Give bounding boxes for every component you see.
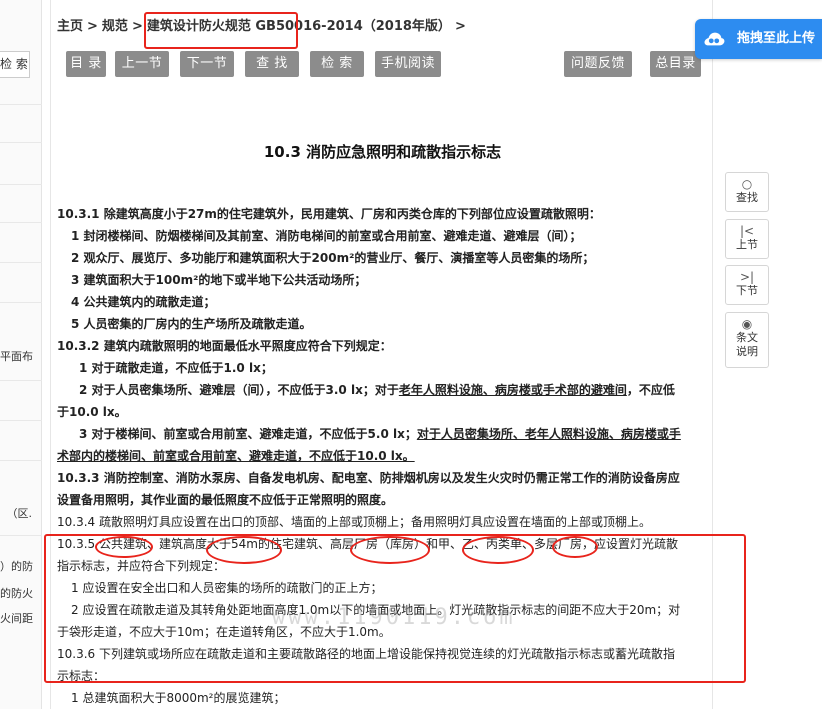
breadcrumb-separator: > bbox=[454, 19, 466, 34]
divider bbox=[0, 262, 42, 263]
document-panel: 主页 > 规范 > 建筑设计防火规范 GB50016-2014（2018年版） > 目 录… bbox=[50, 0, 713, 709]
side-prev-label: 上节 bbox=[736, 238, 758, 251]
all-toc-button[interactable]: 总目录 bbox=[650, 51, 701, 77]
left-sidebar: 检 索 平面布 （区. ）的防 的防火 火间距 bbox=[0, 0, 42, 709]
breadcrumb: 主页 > 规范 > 建筑设计防火规范 GB50016-2014（2018年版） > bbox=[57, 15, 470, 34]
side-explain-label: 说明 bbox=[736, 345, 758, 358]
upload-label: 拖拽至此上传 bbox=[737, 31, 816, 46]
clause-line: 3 建筑面积大于100m²的地下或半地下公共活动场所； bbox=[71, 273, 367, 287]
divider bbox=[0, 460, 42, 461]
breadcrumb-home[interactable]: 主页 bbox=[57, 19, 83, 34]
divider bbox=[0, 104, 42, 105]
clause-line: 设置备用照明，其作业面的最低照度不应低于正常照明的照度。 bbox=[57, 493, 394, 507]
left-nav-text[interactable]: 的防火 bbox=[0, 585, 42, 601]
left-nav-text[interactable]: ）的防 bbox=[0, 558, 42, 574]
skip-forward-icon: >| bbox=[739, 270, 755, 284]
search-icon: ○ bbox=[741, 177, 753, 191]
left-nav-text[interactable]: 火间距 bbox=[0, 610, 42, 626]
eye-icon: ◉ bbox=[741, 317, 753, 331]
mobile-read-button[interactable]: 手机阅读 bbox=[375, 51, 441, 77]
left-search-button[interactable]: 检 索 bbox=[0, 51, 30, 78]
left-nav-text[interactable]: （区. bbox=[0, 505, 42, 521]
clause-text: ，不应低 bbox=[626, 383, 675, 397]
skip-back-icon: |< bbox=[739, 224, 755, 238]
divider bbox=[0, 302, 42, 303]
divider bbox=[0, 142, 42, 143]
clause-text: 2 对于人员密集场所、避难层（间），不应低于3.0 lx；对于 bbox=[79, 383, 399, 397]
clause-line: 3 对于楼梯间、前室或合用前室、避难走道，不应低于5.0 lx；对于人员密集场所… bbox=[79, 425, 681, 443]
breadcrumb-separator: > bbox=[131, 19, 143, 34]
side-find-label: 查找 bbox=[736, 191, 758, 204]
clause-line: 术部内的楼梯间、前室或合用前室、避难走道，不应低于10.0 lx。 bbox=[57, 449, 415, 463]
side-find-button[interactable]: ○ 查找 bbox=[725, 172, 769, 212]
clause-line: 于10.0 lx。 bbox=[57, 405, 127, 419]
upload-button[interactable]: 拖拽至此上传 bbox=[695, 19, 822, 59]
divider bbox=[0, 535, 42, 536]
left-nav-text[interactable]: 平面布 bbox=[0, 348, 42, 364]
clause-line: 指示标志，并应符合下列规定： bbox=[57, 559, 226, 573]
divider bbox=[0, 380, 42, 381]
clause-line: 10.3.2 建筑内疏散照明的地面最低水平照度应符合下列规定： bbox=[57, 339, 392, 353]
side-prev-button[interactable]: |< 上节 bbox=[725, 219, 769, 259]
clause-line: 1 对于疏散走道，不应低于1.0 lx； bbox=[79, 361, 273, 375]
clause-line: 1 封闭楼梯间、防烟楼梯间及其前室、消防电梯间的前室或合用前室、避难走道、避难层… bbox=[71, 229, 582, 243]
breadcrumb-section[interactable]: 规范 bbox=[102, 19, 128, 34]
clause-line: 2 观众厅、展览厅、多功能厅和建筑面积大于200m²的营业厅、餐厅、演播室等人员… bbox=[71, 251, 595, 265]
divider bbox=[0, 222, 42, 223]
underlined-text: 老年人照料设施、病房楼或手术部的避难间 bbox=[398, 383, 627, 397]
find-button[interactable]: 查 找 bbox=[245, 51, 299, 77]
toc-button[interactable]: 目 录 bbox=[66, 51, 106, 77]
cloud-upload-icon bbox=[704, 32, 725, 46]
chapter-title: 10.3 消防应急照明和疏散指示标志 bbox=[263, 143, 502, 161]
clause-line: 示标志： bbox=[57, 669, 106, 683]
side-next-label: 下节 bbox=[736, 284, 758, 297]
clause-line: 1 总建筑面积大于8000m²的展览建筑； bbox=[71, 691, 286, 705]
clause-line: 4 公共建筑内的疏散走道； bbox=[71, 295, 216, 309]
side-next-button[interactable]: >| 下节 bbox=[725, 265, 769, 305]
clause-line: 10.3.5 公共建筑、建筑高度大于54m的住宅建筑、高层厂房（库房）和甲、乙、… bbox=[57, 537, 678, 551]
clause-line: 1 应设置在安全出口和人员密集的场所的疏散门的正上方； bbox=[71, 581, 383, 595]
clause-line: 10.3.1 除建筑高度小于27m的住宅建筑外，民用建筑、厂房和丙类仓库的下列部… bbox=[57, 207, 601, 221]
divider bbox=[0, 184, 42, 185]
divider bbox=[0, 420, 42, 421]
underlined-text: 对于人员密集场所、老年人照料设施、病房楼或手 bbox=[416, 427, 681, 441]
next-section-button[interactable]: 下一节 bbox=[180, 51, 234, 77]
side-explain-label: 条文 bbox=[736, 331, 758, 344]
breadcrumb-current[interactable]: 建筑设计防火规范 GB50016-2014（2018年版） bbox=[147, 19, 451, 34]
clause-line: 2 应设置在疏散走道及其转角处距地面高度1.0m以下的墙面或地面上。灯光疏散指示… bbox=[71, 603, 681, 617]
clause-line: 5 人员密集的厂房内的生产场所及疏散走道。 bbox=[71, 317, 312, 331]
prev-section-button[interactable]: 上一节 bbox=[115, 51, 169, 77]
clause-line: 10.3.3 消防控制室、消防水泵房、自备发电机房、配电室、防排烟机房以及发生火… bbox=[57, 471, 680, 485]
feedback-button[interactable]: 问题反馈 bbox=[564, 51, 632, 77]
search-button[interactable]: 检 索 bbox=[310, 51, 364, 77]
clause-line: 2 对于人员密集场所、避难层（间），不应低于3.0 lx；对于老年人照料设施、病… bbox=[79, 381, 675, 399]
breadcrumb-separator: > bbox=[87, 19, 98, 34]
side-explain-button[interactable]: ◉ 条文 说明 bbox=[725, 312, 769, 368]
clause-line: 于袋形走道，不应大于10m；在走道转角区，不应大于1.0m。 bbox=[57, 625, 391, 639]
clause-line: 10.3.4 疏散照明灯具应设置在出口的顶部、墙面的上部或顶棚上；备用照明灯具应… bbox=[57, 515, 651, 529]
clause-text: 3 对于楼梯间、前室或合用前室、避难走道，不应低于5.0 lx； bbox=[79, 427, 417, 441]
clause-line: 10.3.6 下列建筑或场所应在疏散走道和主要疏散路径的地面上增设能保持视觉连续… bbox=[57, 647, 675, 661]
